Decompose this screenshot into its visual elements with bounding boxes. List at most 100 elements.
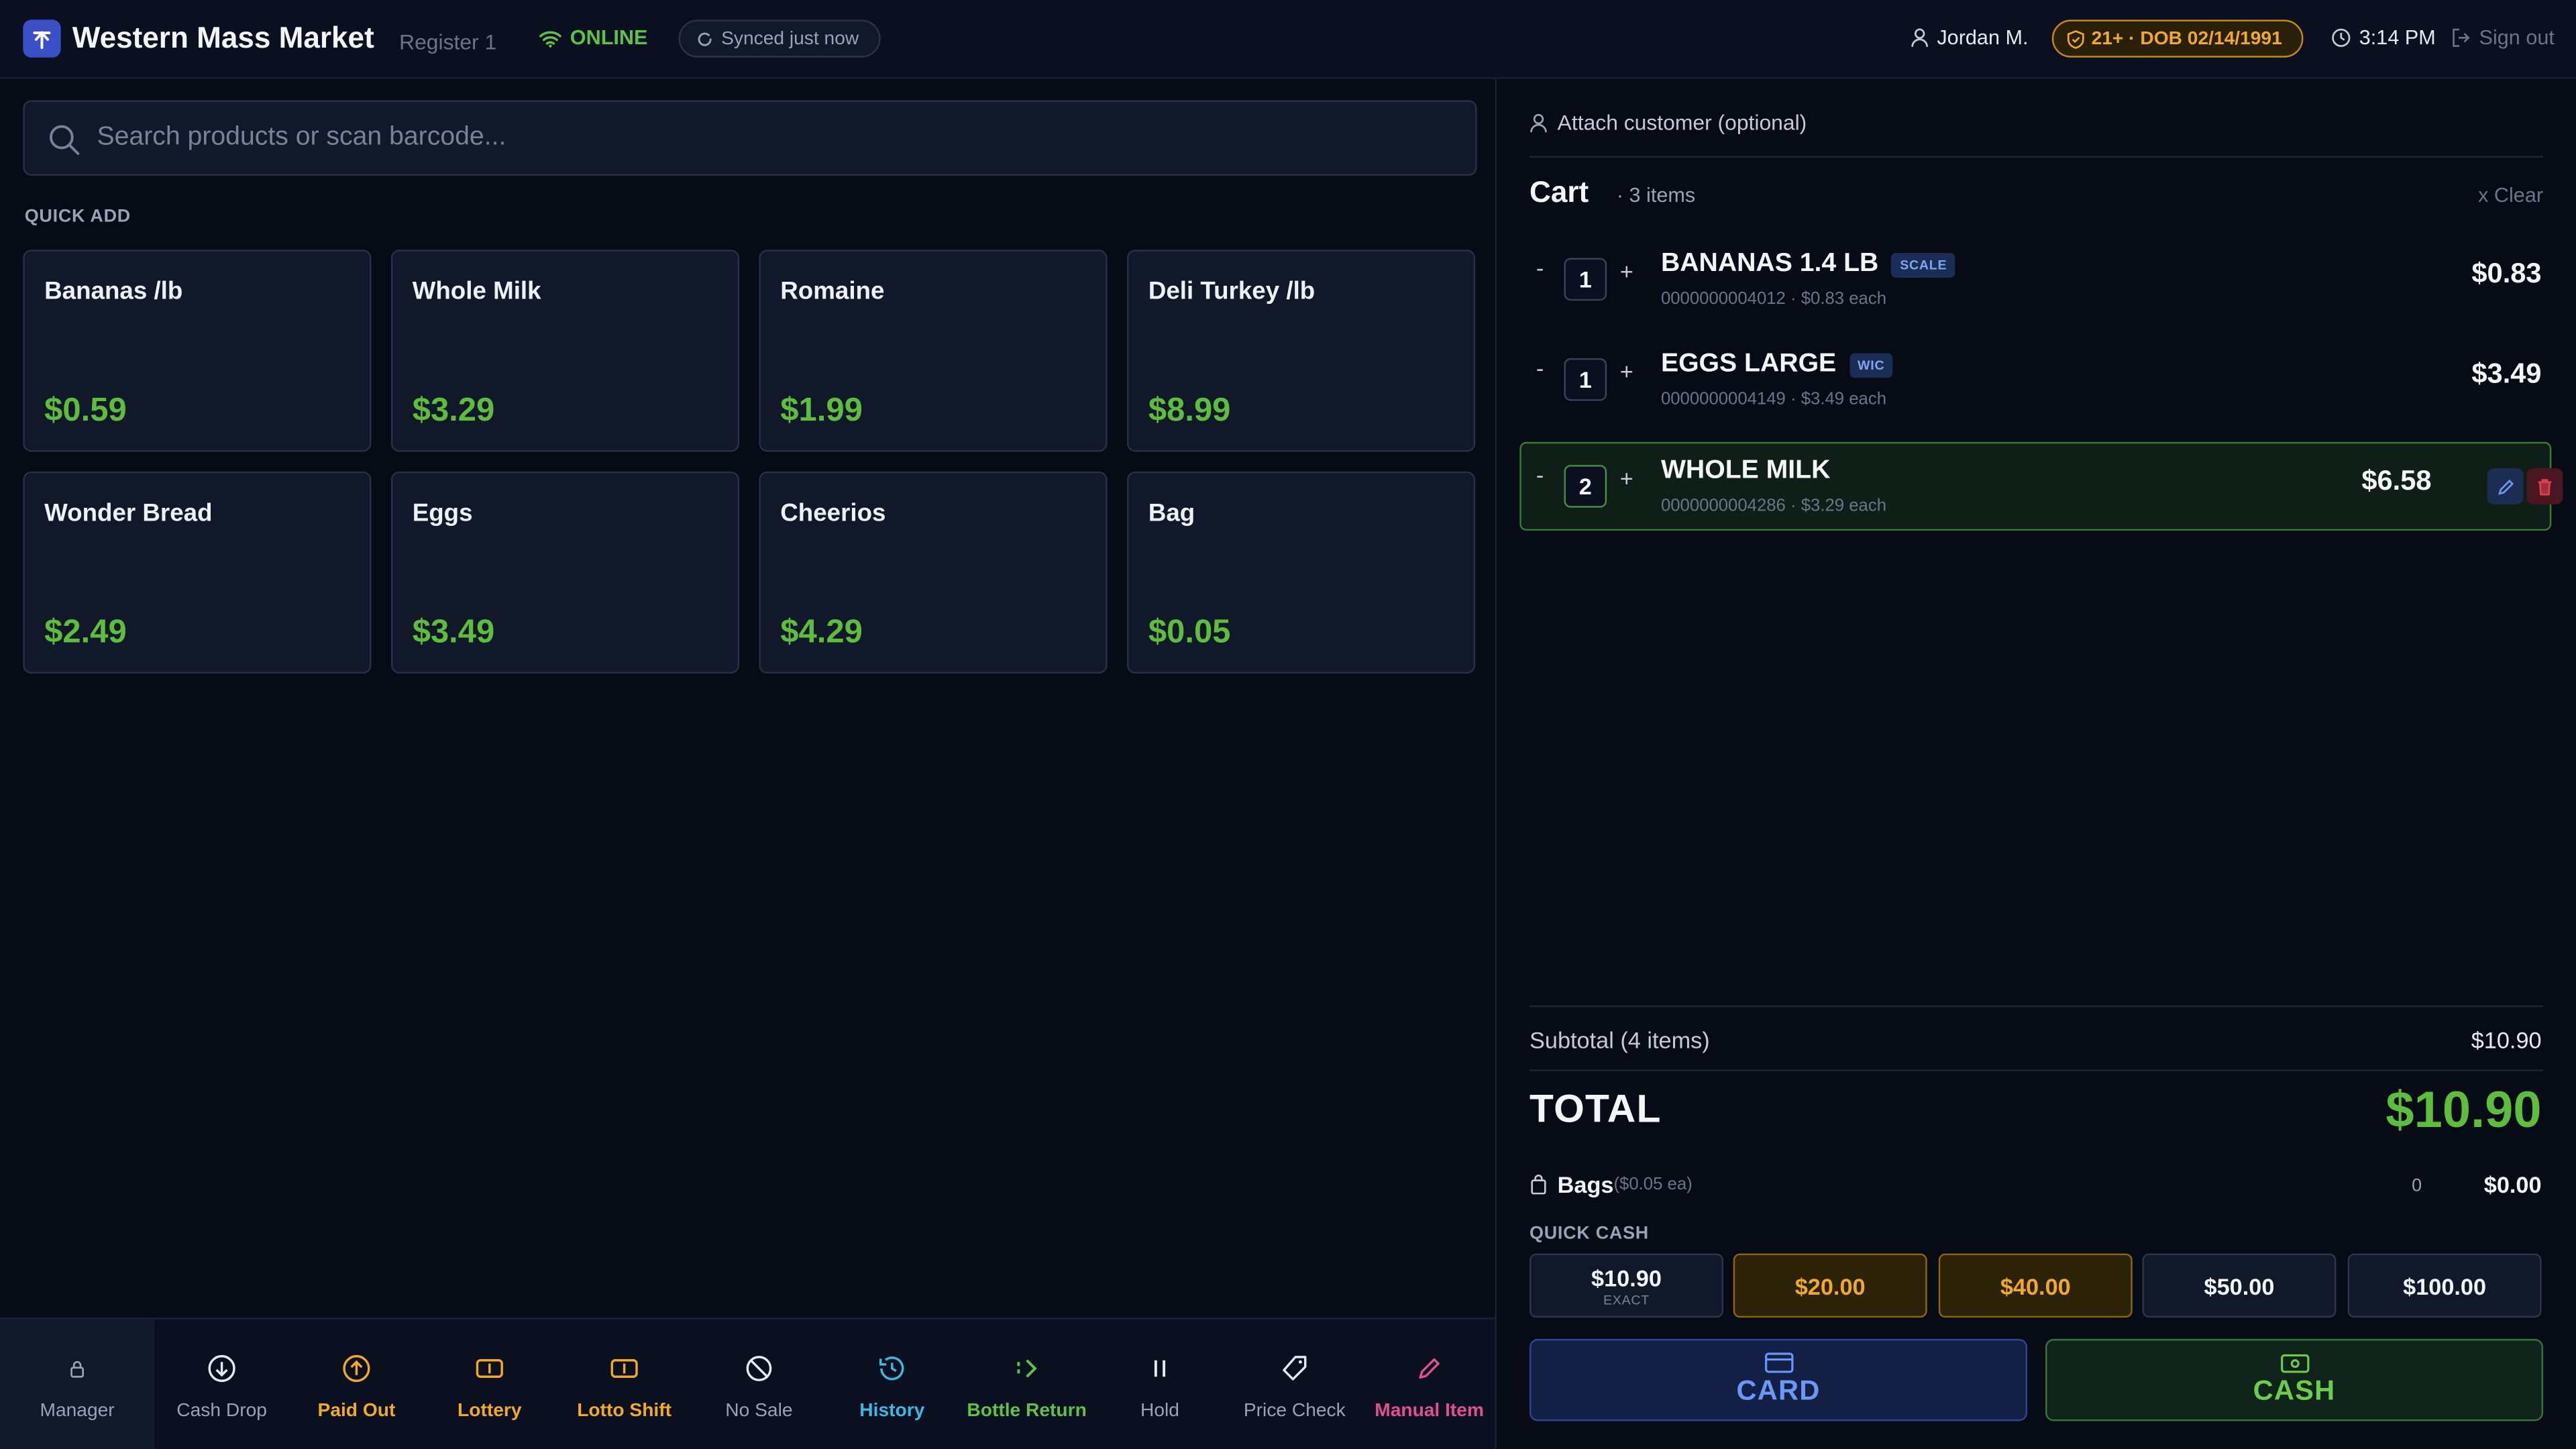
hold-button[interactable]: Hold bbox=[1093, 1320, 1228, 1449]
item-name: WHOLE MILK bbox=[1660, 456, 1831, 485]
increase-qty-button[interactable]: + bbox=[1620, 358, 1633, 384]
card-label: CARD bbox=[1736, 1375, 1821, 1407]
tile-name: Deli Turkey /lb bbox=[1148, 277, 1316, 306]
sync-text: Synced just now bbox=[721, 28, 859, 49]
sign-out-button[interactable]: Sign out bbox=[2451, 26, 2555, 49]
refresh-icon bbox=[698, 32, 712, 46]
age-badge-text: 21+ · DOB 02/14/1991 bbox=[2091, 28, 2282, 49]
quick-cash-button[interactable]: $100.00 bbox=[2347, 1253, 2542, 1318]
action-toolbar: Manager Cash Drop Paid Out Lottery Lotto… bbox=[0, 1318, 1497, 1449]
item-details: 0000000004286 · $3.29 each bbox=[1661, 496, 1886, 516]
quick-cash-exact-button[interactable]: $10.90 EXACT bbox=[1529, 1253, 1724, 1318]
item-name-line: BANANAS 1.4 LB SCALE bbox=[1661, 250, 1955, 279]
wic-badge: WIC bbox=[1849, 352, 1893, 378]
tool-label: Lottery bbox=[458, 1401, 522, 1421]
cart-row-selected[interactable]: - 2 + WHOLE MILK 0000000004286 · $3.29 e… bbox=[1519, 441, 2563, 531]
clock-icon bbox=[2332, 28, 2351, 47]
quick-cash-label: QUICK CASH bbox=[1529, 1224, 1649, 1244]
paid-out-button[interactable]: Paid Out bbox=[289, 1320, 424, 1449]
quick-add-tile[interactable]: Whole Milk $3.29 bbox=[390, 250, 740, 452]
tool-label: Price Check bbox=[1243, 1401, 1346, 1421]
bottle-return-button[interactable]: Bottle Return bbox=[959, 1320, 1094, 1449]
item-barcode: 0000000004012 bbox=[1660, 289, 1786, 309]
item-name: BANANAS 1.4 LB bbox=[1660, 250, 1879, 278]
decrease-qty-button[interactable]: - bbox=[1536, 462, 1544, 488]
item-details: 0000000004149 · $3.49 each bbox=[1661, 389, 1886, 409]
cash-payment-button[interactable]: CASH bbox=[2045, 1338, 2544, 1421]
quick-cash-button[interactable]: $50.00 bbox=[2142, 1253, 2337, 1318]
qty-field[interactable]: 2 bbox=[1564, 465, 1607, 508]
no-sale-button[interactable]: No Sale bbox=[692, 1320, 826, 1449]
tool-label: Paid Out bbox=[317, 1401, 396, 1421]
clock-time: 3:14 PM bbox=[2359, 26, 2436, 50]
cart-row[interactable]: - 1 + BANANAS 1.4 LB SCALE 0000000004012… bbox=[1519, 235, 2551, 323]
cash-icon bbox=[2279, 1353, 2309, 1373]
search-input[interactable] bbox=[97, 101, 1444, 174]
pause-icon bbox=[1144, 1352, 1177, 1385]
divider bbox=[1529, 1005, 2544, 1008]
search-icon bbox=[49, 125, 80, 155]
tile-price: $0.05 bbox=[1148, 614, 1231, 651]
quick-cash-button[interactable]: $20.00 bbox=[1733, 1253, 1927, 1318]
sync-button[interactable]: Synced just now bbox=[678, 19, 881, 58]
decrease-qty-button[interactable]: - bbox=[1536, 355, 1544, 381]
tile-name: Cheerios bbox=[780, 499, 886, 528]
cash-drop-button[interactable]: Cash Drop bbox=[154, 1320, 289, 1449]
quick-add-tile[interactable]: Bananas /lb $0.59 bbox=[23, 250, 372, 452]
delete-item-button[interactable] bbox=[2526, 468, 2563, 504]
quick-cash-button[interactable]: $40.00 bbox=[1938, 1253, 2133, 1318]
user-icon bbox=[1911, 28, 1929, 47]
qty-field[interactable]: 1 bbox=[1564, 258, 1607, 301]
qty-field[interactable]: 1 bbox=[1564, 358, 1607, 401]
quick-add-tile[interactable]: Cheerios $4.29 bbox=[759, 471, 1108, 674]
attach-customer-button[interactable]: Attach customer (optional) bbox=[1529, 110, 1807, 135]
separator: · bbox=[1790, 289, 1801, 309]
quick-add-tile[interactable]: Bag $0.05 bbox=[1127, 471, 1476, 674]
quick-add-tile[interactable]: Wonder Bread $2.49 bbox=[23, 471, 372, 674]
tool-label: No Sale bbox=[725, 1401, 793, 1421]
tile-name: Eggs bbox=[412, 499, 473, 528]
register-label: Register 1 bbox=[399, 30, 497, 54]
manager-button[interactable]: Manager bbox=[0, 1319, 155, 1449]
edit-item-button[interactable] bbox=[2487, 468, 2524, 504]
manual-item-button[interactable]: Manual Item bbox=[1362, 1320, 1497, 1449]
clear-cart-button[interactable]: x Clear bbox=[2478, 184, 2543, 207]
bags-amount: $0.00 bbox=[2483, 1171, 2542, 1198]
bags-count[interactable]: 0 bbox=[2412, 1176, 2422, 1195]
card-payment-button[interactable]: CARD bbox=[1529, 1338, 2028, 1421]
price-check-button[interactable]: Price Check bbox=[1227, 1320, 1362, 1449]
decrease-qty-button[interactable]: - bbox=[1536, 255, 1544, 281]
quick-add-tile[interactable]: Eggs $3.49 bbox=[390, 471, 740, 674]
cart-row[interactable]: - 1 + EGGS LARGE WIC 0000000004149 · $3.… bbox=[1519, 335, 2551, 424]
cart-title: Cart bbox=[1529, 176, 1589, 209]
sign-out-icon bbox=[2453, 28, 2470, 47]
lottery-button[interactable]: Lottery bbox=[422, 1320, 557, 1449]
quick-add-tile[interactable]: Romaine $1.99 bbox=[759, 250, 1108, 452]
item-barcode: 0000000004149 bbox=[1660, 389, 1786, 409]
top-bar: Western Mass Market Register 1 ONLINE Sy… bbox=[0, 0, 2576, 79]
tile-price: $4.29 bbox=[780, 614, 863, 651]
tile-price: $3.49 bbox=[412, 614, 495, 651]
tile-name: Whole Milk bbox=[412, 277, 541, 306]
quick-cash-value: $40.00 bbox=[2000, 1272, 2071, 1299]
store-logo-icon bbox=[23, 19, 61, 58]
total-label: TOTAL bbox=[1529, 1087, 1662, 1132]
bag-icon bbox=[1531, 1175, 1546, 1195]
history-button[interactable]: History bbox=[824, 1320, 959, 1449]
lotto-shift-button[interactable]: Lotto Shift bbox=[557, 1320, 692, 1449]
quick-cash-value: $10.90 bbox=[1591, 1264, 1662, 1291]
cash-label: CASH bbox=[2253, 1374, 2336, 1406]
tile-price: $0.59 bbox=[44, 392, 127, 429]
cart-panel: Attach customer (optional) Cart · 3 item… bbox=[1498, 78, 2576, 1449]
age-verification-badge[interactable]: 21+ · DOB 02/14/1991 bbox=[2051, 19, 2304, 58]
increase-qty-button[interactable]: + bbox=[1620, 465, 1633, 491]
quick-add-tile[interactable]: Deli Turkey /lb $8.99 bbox=[1127, 250, 1476, 452]
total-value: $10.90 bbox=[2385, 1081, 2542, 1139]
tag-icon bbox=[1278, 1352, 1311, 1385]
user-menu[interactable]: Jordan M. bbox=[1911, 26, 2029, 49]
credit-card-icon bbox=[1764, 1352, 1793, 1373]
item-name-line: EGGS LARGE WIC bbox=[1661, 350, 1893, 380]
quick-cash-value: $50.00 bbox=[2204, 1272, 2275, 1299]
increase-qty-button[interactable]: + bbox=[1620, 258, 1633, 284]
bags-row[interactable]: Bags ($0.05 ea) bbox=[1529, 1171, 1693, 1197]
